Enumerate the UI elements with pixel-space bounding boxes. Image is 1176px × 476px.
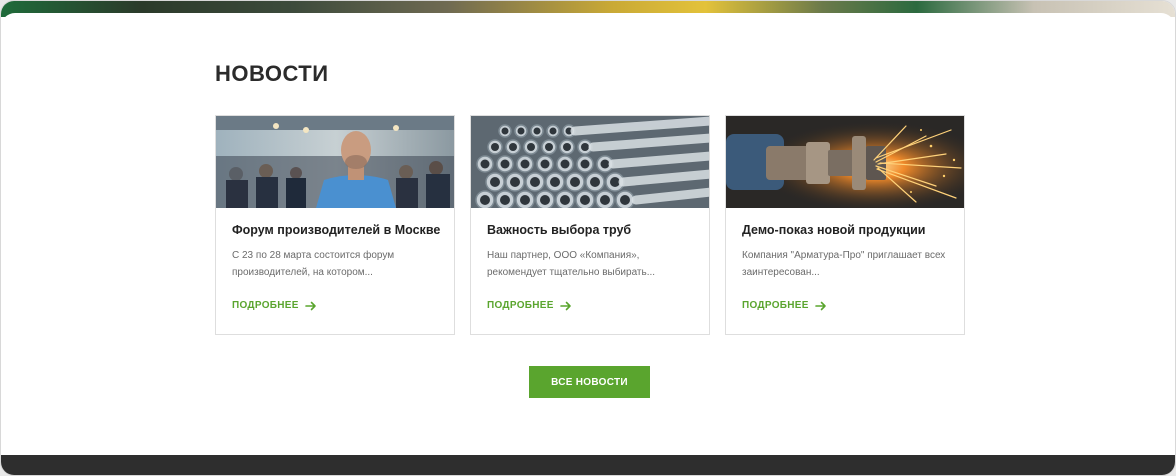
read-more-label: ПОДРОБНЕЕ xyxy=(487,300,554,311)
arrow-right-icon xyxy=(559,301,571,310)
steel-pipes-photo[interactable] xyxy=(471,116,709,208)
conference-person-photo[interactable] xyxy=(216,116,454,208)
news-card-excerpt: Наш партнер, ООО «Компания», рекомендует… xyxy=(487,250,656,278)
read-more-label: ПОДРОБНЕЕ xyxy=(742,300,809,311)
news-cards: Форум производителей в Москве С 23 по 28… xyxy=(215,115,965,335)
read-more-label: ПОДРОБНЕЕ xyxy=(232,300,299,311)
news-card: Важность выбора труб Наш партнер, ООО «К… xyxy=(470,115,710,335)
all-news-button[interactable]: ВСЕ НОВОСТИ xyxy=(529,366,650,398)
news-section-title: НОВОСТИ xyxy=(215,61,329,86)
footer-bar xyxy=(1,455,1175,475)
news-card-excerpt: С 23 по 28 марта состоится форум произво… xyxy=(232,250,395,278)
news-card: Демо-показ новой продукции Компания "Арм… xyxy=(725,115,965,335)
read-more-link[interactable]: ПОДРОБНЕЕ xyxy=(742,300,827,311)
page-frame: НОВОСТИ Форум производителей в Москве С … xyxy=(0,0,1176,476)
news-card-excerpt: Компания "Арматура-Про" приглашает всех … xyxy=(742,250,946,278)
news-card-title[interactable]: Важность выбора труб xyxy=(487,222,693,238)
news-card: Форум производителей в Москве С 23 по 28… xyxy=(215,115,455,335)
content-panel-top xyxy=(1,13,1175,27)
news-card-title[interactable]: Демо-показ новой продукции xyxy=(742,222,948,238)
arrow-right-icon xyxy=(814,301,826,310)
read-more-link[interactable]: ПОДРОБНЕЕ xyxy=(232,300,317,311)
read-more-link[interactable]: ПОДРОБНЕЕ xyxy=(487,300,572,311)
grinding-sparks-photo[interactable] xyxy=(726,116,964,208)
news-card-title[interactable]: Форум производителей в Москве xyxy=(232,222,440,238)
arrow-right-icon xyxy=(304,301,316,310)
